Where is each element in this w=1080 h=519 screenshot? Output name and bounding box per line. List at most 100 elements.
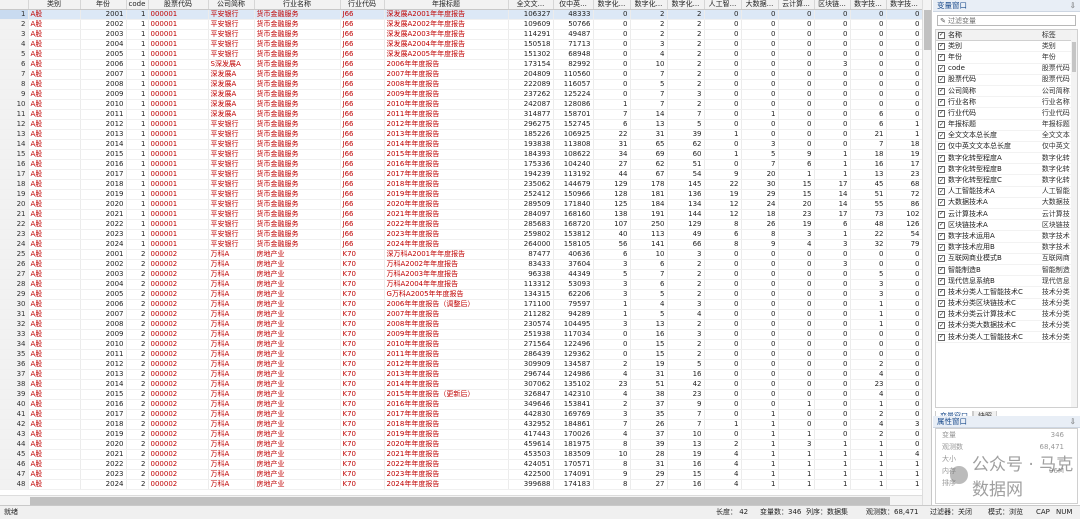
table-cell[interactable]: 5 — [630, 79, 668, 90]
table-cell[interactable]: 184861 — [553, 419, 594, 430]
table-cell[interactable]: 1 — [778, 169, 815, 180]
table-row[interactable]: 30 A股 2006 2 000002 万科A 房地产业 K70 2006年年度报告（调整后） 1… — [0, 299, 931, 310]
table-cell[interactable]: J66 — [340, 59, 385, 70]
filter-variables-box[interactable]: ✎ — [937, 15, 1076, 26]
table-cell[interactable]: 2 — [667, 59, 705, 70]
table-cell[interactable]: 0 — [814, 139, 851, 150]
table-cell[interactable]: 房地产业 — [254, 429, 341, 440]
table-cell[interactable]: 货币金融服务 — [254, 109, 341, 120]
table-cell[interactable]: A股 — [28, 439, 81, 450]
table-cell[interactable]: 2024年年度报告 — [384, 239, 509, 250]
table-cell[interactable]: 0 — [778, 309, 815, 320]
table-cell[interactable]: A股 — [28, 239, 81, 250]
table-cell[interactable]: 6 — [778, 159, 815, 170]
name-column-header[interactable]: 名称 — [948, 30, 1042, 41]
table-cell[interactable]: A股 — [28, 409, 81, 420]
table-cell[interactable]: 000001 — [148, 159, 209, 170]
table-cell[interactable]: 48333 — [553, 9, 594, 20]
table-cell[interactable]: 000001 — [148, 239, 209, 250]
table-cell[interactable]: 1 — [126, 79, 149, 90]
table-cell[interactable]: 2012 — [80, 119, 127, 130]
table-cell[interactable]: 417443 — [508, 429, 554, 440]
table-cell[interactable]: J66 — [340, 9, 385, 20]
table-cell[interactable]: 0 — [778, 419, 815, 430]
table-cell[interactable]: 3 — [667, 89, 705, 100]
table-cell[interactable]: 51 — [667, 159, 705, 170]
row-number[interactable]: 13 — [0, 129, 29, 140]
table-cell[interactable]: 货币金融服务 — [254, 9, 341, 20]
table-cell[interactable]: 0 — [814, 379, 851, 390]
table-cell[interactable]: A股 — [28, 19, 81, 30]
table-cell[interactable]: 6 — [850, 109, 887, 120]
table-cell[interactable]: 2 — [126, 419, 149, 430]
table-cell[interactable]: 1 — [126, 219, 149, 230]
table-cell[interactable]: 0 — [778, 49, 815, 60]
table-row[interactable]: 45 A股 2021 2 000002 万科A 房地产业 K70 2021年年度报告 453503… — [0, 449, 931, 460]
table-cell[interactable]: 货币金融服务 — [254, 79, 341, 90]
table-cell[interactable]: 2024年年度报告 — [384, 479, 509, 490]
table-cell[interactable]: 31 — [593, 139, 631, 150]
table-cell[interactable]: A股 — [28, 419, 81, 430]
table-cell[interactable]: 万科A2003年年度报告 — [384, 269, 509, 280]
table-cell[interactable]: 152745 — [553, 119, 594, 130]
table-cell[interactable]: 0 — [886, 299, 923, 310]
table-cell[interactable]: J66 — [340, 29, 385, 40]
table-cell[interactable]: 0 — [704, 269, 742, 280]
table-cell[interactable]: 2 — [667, 49, 705, 60]
column-header[interactable]: 公司简称 — [208, 0, 255, 10]
table-cell[interactable]: 1 — [126, 59, 149, 70]
table-cell[interactable]: A股 — [28, 229, 81, 240]
variables-list-scroll-thumb[interactable] — [1072, 42, 1076, 72]
row-number[interactable]: 43 — [0, 429, 29, 440]
table-cell[interactable]: 2021年年度报告 — [384, 449, 509, 460]
table-cell[interactable]: 2023年年度报告 — [384, 229, 509, 240]
table-cell[interactable]: 3 — [667, 249, 705, 260]
table-cell[interactable]: 1 — [126, 9, 149, 20]
table-cell[interactable]: 21 — [850, 129, 887, 140]
table-cell[interactable]: 货币金融服务 — [254, 179, 341, 190]
table-cell[interactable]: 0 — [886, 369, 923, 380]
table-cell[interactable]: 87477 — [508, 249, 554, 260]
row-number[interactable]: 27 — [0, 269, 29, 280]
table-cell[interactable]: 0 — [814, 399, 851, 410]
table-cell[interactable]: 128 — [593, 189, 631, 200]
table-cell[interactable]: 20 — [741, 169, 779, 180]
table-cell[interactable]: 深万科A2001年年度报告 — [384, 249, 509, 260]
table-cell[interactable]: 184393 — [508, 149, 554, 160]
table-cell[interactable]: 68 — [886, 179, 923, 190]
table-cell[interactable]: 296275 — [508, 119, 554, 130]
table-cell[interactable]: 平安银行 — [208, 39, 255, 50]
table-cell[interactable]: 0 — [704, 9, 742, 20]
variable-checkbox[interactable]: ✓ — [938, 244, 945, 252]
table-cell[interactable]: 2 — [667, 79, 705, 90]
table-cell[interactable]: 7 — [667, 109, 705, 120]
table-cell[interactable]: J66 — [340, 79, 385, 90]
column-header[interactable]: 仅中英... — [553, 0, 594, 10]
table-cell[interactable]: 242087 — [508, 99, 554, 110]
row-number[interactable]: 6 — [0, 59, 29, 70]
table-cell[interactable]: 1 — [778, 459, 815, 470]
table-cell[interactable]: 106327 — [508, 9, 554, 20]
table-cell[interactable]: K70 — [340, 329, 385, 340]
variable-item[interactable]: ✓ code 股票代码 — [936, 64, 1077, 75]
table-cell[interactable]: 122496 — [553, 339, 594, 350]
table-cell[interactable]: 2003 — [80, 29, 127, 40]
table-cell[interactable]: 0 — [704, 379, 742, 390]
table-cell[interactable]: 0 — [593, 79, 631, 90]
table-cell[interactable]: K70 — [340, 259, 385, 270]
table-cell[interactable]: 2006 — [80, 299, 127, 310]
table-cell[interactable]: A股 — [28, 89, 81, 100]
table-cell[interactable]: 货币金融服务 — [254, 129, 341, 140]
table-cell[interactable]: 万科A — [208, 289, 255, 300]
table-cell[interactable]: 2015 — [80, 149, 127, 160]
table-cell[interactable]: 0 — [778, 69, 815, 80]
table-row[interactable]: 9 A股 2009 1 000001 深发展A 货币金融服务 J66 2009年年度报告 2372… — [0, 89, 931, 100]
table-cell[interactable]: 2001 — [80, 9, 127, 20]
table-cell[interactable]: 18 — [886, 139, 923, 150]
table-cell[interactable]: 2 — [667, 269, 705, 280]
table-cell[interactable]: 000002 — [148, 379, 209, 390]
row-number[interactable]: 42 — [0, 419, 29, 430]
variable-checkbox[interactable]: ✓ — [938, 42, 945, 50]
table-cell[interactable]: 平安银行 — [208, 169, 255, 180]
table-cell[interactable]: 82992 — [553, 59, 594, 70]
